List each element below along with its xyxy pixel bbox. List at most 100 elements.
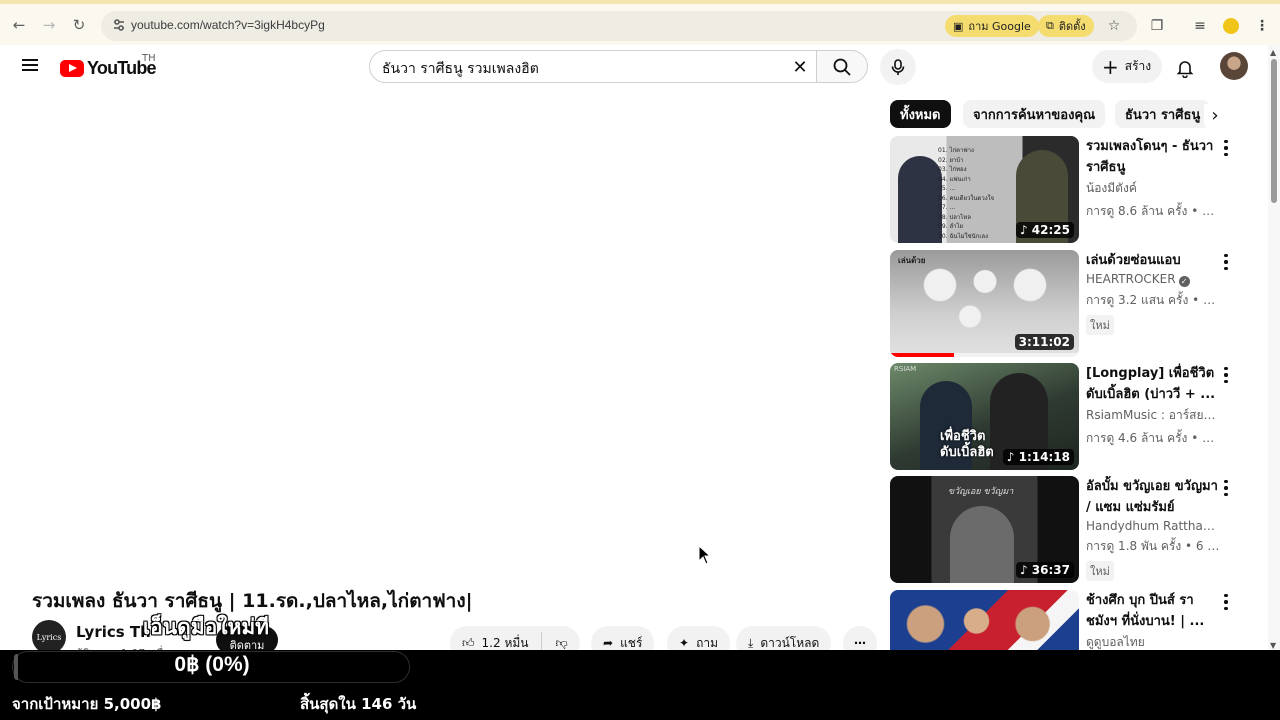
recommendation-channel[interactable]: RsiamMusic : อาร์สยาม✓: [1086, 406, 1220, 425]
duration-badge: ♪ 36:37: [1015, 562, 1074, 578]
youtube-header: YouTube TH ธันวา ราศีธนู รวมเพลงฮิต ✕ + …: [0, 45, 1268, 90]
install-icon: ⧉: [1046, 19, 1054, 32]
plus-icon: +: [1102, 54, 1119, 79]
recommendation-title[interactable]: รวมเพลงโดนๆ - ธันวาราศีธนู: [1086, 136, 1220, 178]
create-label: สร้าง: [1124, 59, 1152, 73]
recommendation-meta: การดู 1.8 พัน ครั้ง • 6 วันที่แล้ว: [1086, 539, 1220, 553]
recommendation-title[interactable]: ช้างศึก บุก ปีนส์ ราชมังฯ ที่นั่งบาน! | …: [1086, 590, 1220, 632]
recommendation-title[interactable]: เล่นด้วยซ่อนแอบ: [1086, 250, 1220, 271]
recommendation-channel[interactable]: น้องมีตังค์: [1086, 179, 1220, 198]
recommendation-info: ช้างศึก บุก ปีนส์ ราชมังฯ ที่นั่งบาน! | …: [1086, 590, 1220, 650]
thumbnail-tracklist: 01. ไก่ตาฟาง 02. ยาบ้า 03. ไก่ทอง 04. แฟ…: [938, 147, 995, 240]
recommendation-item[interactable]: ขวัญเอย ขวัญมา ♪ 36:37 อัลบั้ม ขวัญเอย ข…: [890, 476, 1235, 583]
recommendation-item[interactable]: ช้างศึก บุก ปีนส์ ราชมังฯ ที่นั่งบาน! | …: [890, 590, 1235, 650]
install-app-button[interactable]: ⧉ ติดตั้ง: [1038, 15, 1094, 37]
more-vert-icon[interactable]: [1222, 478, 1230, 498]
more-vert-icon[interactable]: [1222, 138, 1230, 158]
bookmark-star-icon[interactable]: ☆: [1104, 16, 1124, 36]
new-badge: ใหม่: [1086, 315, 1114, 335]
forward-arrow-icon[interactable]: →: [36, 12, 62, 38]
donation-target: จากเป้าหมาย 5,000฿: [12, 695, 162, 713]
search-button[interactable]: [816, 50, 868, 83]
site-settings-icon[interactable]: [111, 17, 127, 33]
notifications-bell-icon[interactable]: [1172, 55, 1198, 81]
donation-ends: สิ้นสุดใน 146 วัน: [300, 695, 417, 713]
thumbnail-person-left: [898, 156, 942, 243]
video-thumbnail[interactable]: 01. ไก่ตาฟาง 02. ยาบ้า 03. ไก่ทอง 04. แฟ…: [890, 136, 1079, 243]
music-note-icon: ♪: [1006, 450, 1015, 464]
url-text: youtube.com/watch?v=3igkH4bcyPg: [131, 18, 325, 32]
media-controls-icon[interactable]: ≡: [1190, 16, 1210, 36]
duration-badge: ♪ 1:14:18: [1002, 449, 1074, 465]
recommendation-title[interactable]: [Longplay] เพื่อชีวิตดับเบิ้ลฮิต (บ่าววี…: [1086, 363, 1220, 405]
microphone-icon: [891, 59, 905, 75]
channel-name: RsiamMusic : อาร์สยาม: [1086, 408, 1219, 422]
recommendation-item[interactable]: 01. ไก่ตาฟาง 02. ยาบ้า 03. ไก่ทอง 04. แฟ…: [890, 136, 1235, 243]
overlay-caption: เอ็นดูมือใหม่ที: [143, 615, 270, 639]
more-vert-icon[interactable]: [1222, 252, 1230, 272]
user-avatar[interactable]: [1220, 52, 1248, 80]
scroll-up-icon[interactable]: ▲: [1270, 48, 1276, 57]
thumbnail-brand: RSIAM: [894, 365, 917, 373]
video-thumbnail[interactable]: [890, 590, 1079, 650]
profile-extension-icon[interactable]: [1221, 16, 1241, 36]
verified-icon: ✓: [1178, 276, 1190, 287]
duration-badge: 3:11:02: [1014, 334, 1074, 350]
video-thumbnail[interactable]: ขวัญเอย ขวัญมา ♪ 36:37: [890, 476, 1079, 583]
sparkle-icon: ✦: [679, 636, 690, 650]
duration-text: 42:25: [1031, 223, 1070, 237]
recommendation-channel[interactable]: ดูดูบอลไทย: [1086, 633, 1220, 650]
chevron-right-icon[interactable]: ›: [1204, 104, 1226, 126]
search-query: ธันวา ราศีธนู รวมเพลงฮิต: [382, 61, 539, 77]
more-vert-icon[interactable]: [1222, 592, 1230, 612]
chip-from-search[interactable]: จากการค้นหาของคุณ: [963, 100, 1106, 128]
thumbs-up-icon[interactable]: 👍︎: [462, 636, 475, 651]
video-thumbnail[interactable]: เล่นด้วย 3:11:02: [890, 250, 1079, 357]
scrollbar-thumb[interactable]: [1271, 59, 1277, 203]
create-button[interactable]: + สร้าง: [1092, 50, 1162, 83]
more-horizontal-icon: ⋯: [854, 636, 866, 650]
hamburger-menu-icon[interactable]: [20, 56, 40, 76]
duration-text: 1:14:18: [1018, 450, 1070, 464]
recommendation-channel[interactable]: Handydhum Ratthaporn ...: [1086, 519, 1220, 533]
recommendation-meta: การดู 8.6 ล้าน ครั้ง • 4 ปีที่แล้ว: [1086, 204, 1220, 218]
browser-menu-icon[interactable]: ⋮: [1252, 16, 1272, 36]
more-vert-icon[interactable]: [1222, 365, 1230, 385]
address-bar[interactable]: youtube.com/watch?v=3igkH4bcyPg ▣ ถาม Go…: [101, 11, 1137, 41]
video-thumbnail[interactable]: RSIAM เพื่อชีวิต ดับเบิ้ลฮิต ♪ 1:14:18: [890, 363, 1079, 470]
recommendation-info: รวมเพลงโดนๆ - ธันวาราศีธนู น้องมีตังค์ ก…: [1086, 136, 1220, 221]
install-label: ติดตั้ง: [1058, 20, 1086, 33]
channel-avatar[interactable]: Lyrics: [32, 620, 66, 654]
channel-name[interactable]: Lyrics Th: [76, 623, 151, 641]
thumbnail-person: [950, 506, 1014, 583]
search-icon: [833, 58, 851, 76]
scroll-down-icon[interactable]: ▼: [1270, 641, 1276, 650]
youtube-logo[interactable]: YouTube TH: [60, 53, 157, 79]
thumbs-down-icon[interactable]: 👎︎: [555, 636, 567, 651]
video-player[interactable]: [32, 96, 878, 572]
recommendation-meta: การดู 3.2 แสน ครั้ง • สตรีมแล้ว: [1086, 293, 1220, 307]
music-note-icon: ♪: [1019, 563, 1028, 577]
thumbnail-label: เล่นด้วย: [898, 256, 926, 265]
search-input[interactable]: ธันวา ราศีธนู รวมเพลงฮิต ✕: [369, 50, 816, 83]
new-badge: ใหม่: [1086, 561, 1114, 581]
chip-artist[interactable]: ธันวา ราศีธนู: [1115, 100, 1211, 128]
page-scrollbar[interactable]: ▲ ▼: [1268, 45, 1280, 650]
recommendation-info: [Longplay] เพื่อชีวิตดับเบิ้ลฮิต (บ่าววี…: [1086, 363, 1220, 448]
reload-icon[interactable]: ↻: [66, 12, 92, 38]
ask-google-label: ถาม Google: [968, 20, 1031, 33]
recommendation-item[interactable]: RSIAM เพื่อชีวิต ดับเบิ้ลฮิต ♪ 1:14:18 […: [890, 363, 1235, 470]
extensions-icon[interactable]: ❐: [1147, 16, 1167, 36]
recommendation-title[interactable]: อัลบั้ม ขวัญเอย ขวัญมา / แซม แซ่มรัมย์: [1086, 476, 1220, 518]
chip-all[interactable]: ทั้งหมด: [890, 100, 951, 128]
watch-progress-bar: [890, 353, 955, 357]
recommendation-item[interactable]: เล่นด้วย 3:11:02 เล่นด้วยซ่อนแอบ HEARTRO…: [890, 250, 1235, 357]
back-arrow-icon[interactable]: ←: [6, 12, 32, 38]
ask-google-button[interactable]: ▣ ถาม Google: [945, 15, 1039, 37]
mouse-cursor-icon: [698, 545, 712, 565]
voice-search-button[interactable]: [880, 49, 916, 85]
channel-name: HEARTROCKER: [1086, 272, 1176, 286]
clear-search-icon[interactable]: ✕: [788, 55, 812, 79]
thumbnail-figures: [910, 264, 1060, 334]
recommendation-channel[interactable]: HEARTROCKER ✓: [1086, 272, 1220, 287]
